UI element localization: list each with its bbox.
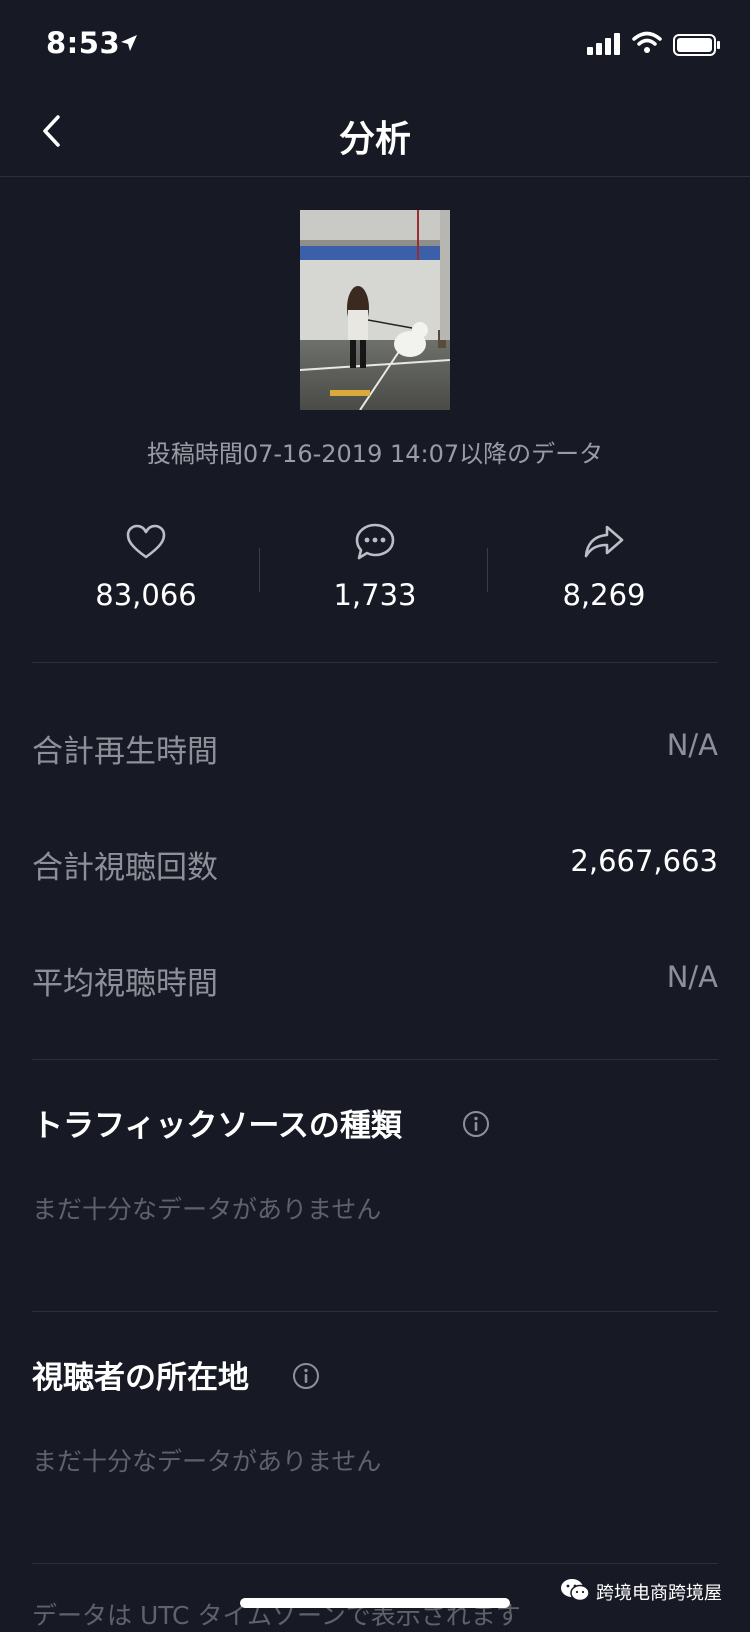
- comment-bubble-icon: [275, 520, 475, 564]
- metric-row-total-play-time: 合計再生時間 N/A: [32, 716, 718, 776]
- wifi-icon: [632, 30, 662, 58]
- comments-count: 1,733: [333, 578, 417, 612]
- metric-label: 合計視聴回数: [32, 850, 218, 886]
- shares-count: 8,269: [562, 578, 646, 612]
- location-arrow-icon: [120, 34, 138, 56]
- page-title: 分析: [338, 119, 411, 160]
- watermark-text: 跨境电商跨境屋: [596, 1583, 722, 1604]
- divider: [32, 1311, 718, 1312]
- wechat-icon: [560, 1577, 590, 1608]
- metric-label: 合計再生時間: [32, 734, 218, 770]
- post-date-caption: 投稿時間07-16-2019 14:07以降のデータ: [146, 440, 604, 468]
- metric-value: N/A: [666, 960, 718, 994]
- video-thumbnail[interactable]: [300, 210, 450, 410]
- cellular-signal-icon: [587, 33, 623, 59]
- shares-stat[interactable]: 8,269: [504, 520, 704, 612]
- home-indicator: [240, 1598, 510, 1608]
- audience-location-empty: まだ十分なデータがありません: [32, 1447, 382, 1476]
- status-bar: 8:53: [0, 0, 750, 90]
- traffic-source-title: トラフィックソースの種類: [32, 1108, 402, 1144]
- divider: [32, 662, 718, 663]
- stat-divider: [487, 548, 488, 592]
- audience-location-title: 視聴者の所在地: [32, 1360, 249, 1396]
- divider: [32, 1563, 718, 1564]
- info-icon[interactable]: [462, 1110, 490, 1142]
- watermark: 跨境电商跨境屋: [560, 1572, 722, 1612]
- status-time: 8:53: [46, 26, 121, 60]
- likes-count: 83,066: [95, 578, 197, 612]
- metric-row-total-views: 合計視聴回数 2,667,663: [32, 832, 718, 892]
- traffic-source-empty: まだ十分なデータがありません: [32, 1195, 382, 1224]
- info-icon[interactable]: [292, 1362, 320, 1394]
- stat-divider: [259, 548, 260, 592]
- metric-value: N/A: [666, 728, 718, 762]
- battery-icon: [673, 34, 721, 60]
- metric-label: 平均視聴時間: [32, 966, 218, 1002]
- divider: [32, 1059, 718, 1060]
- share-arrow-icon: [504, 520, 704, 564]
- comments-stat[interactable]: 1,733: [275, 520, 475, 612]
- metric-row-average-watch-time: 平均視聴時間 N/A: [32, 948, 718, 1008]
- likes-stat[interactable]: 83,066: [46, 520, 246, 612]
- heart-icon: [46, 520, 246, 564]
- metric-value: 2,667,663: [570, 844, 718, 878]
- engagement-stats: 83,066 1,733 8,269: [32, 520, 718, 620]
- nav-bar: 分析: [0, 90, 750, 177]
